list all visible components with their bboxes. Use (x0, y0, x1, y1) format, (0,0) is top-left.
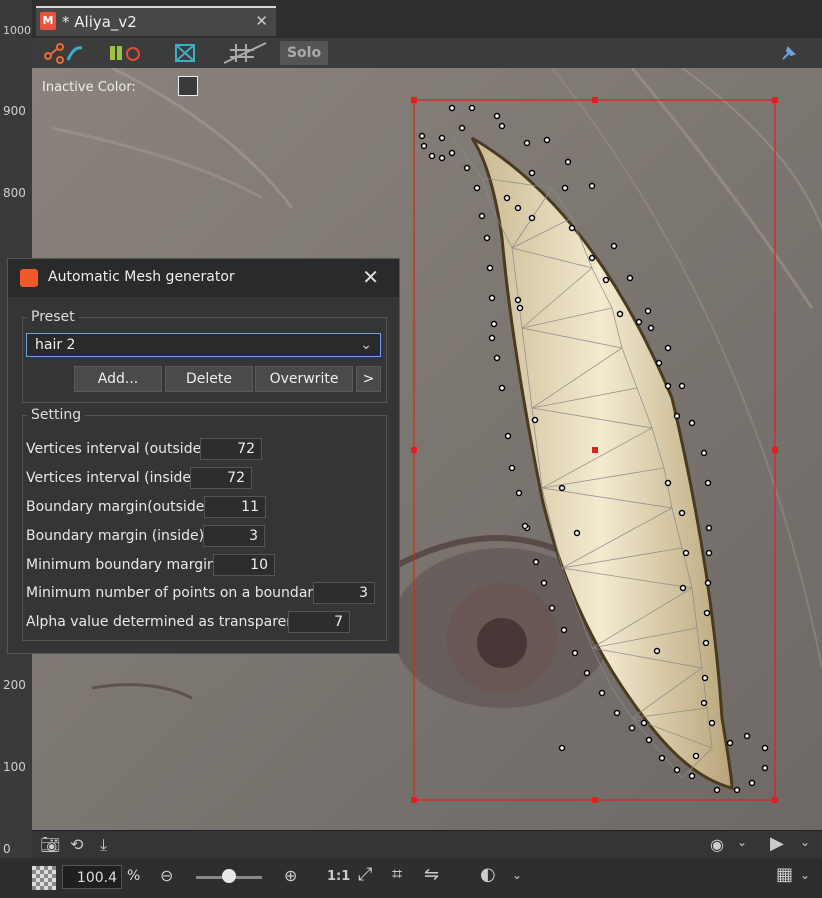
play-icon[interactable]: ▶ (770, 833, 784, 854)
fit-to-window-icon[interactable]: ⤢ (358, 864, 372, 885)
chevron-down-icon[interactable]: ⌄ (800, 868, 810, 882)
dialog-title: Automatic Mesh generator (48, 269, 235, 285)
flip-horizontal-icon[interactable]: ⇋ (424, 864, 439, 885)
camera-reset-icon[interactable]: ⟲ (70, 835, 83, 854)
camera-icon[interactable]: 📷︎ (40, 835, 60, 854)
canvas-bottom-toolbar: 📷︎ ⟲ ⤓ ◉ ⌄ ▶ ⌄ (32, 830, 822, 859)
ruler-label-100: 100 (3, 760, 26, 774)
camera-download-icon[interactable]: ⤓ (100, 835, 107, 855)
glue-icon (110, 46, 140, 61)
layout-icon[interactable]: ▦ (776, 864, 793, 885)
deform-path-button[interactable] (40, 40, 86, 66)
inactive-color-swatch[interactable] (178, 76, 198, 96)
tab-close-icon[interactable]: ✕ (255, 12, 268, 30)
solo-button[interactable]: Solo (280, 41, 328, 65)
ruler-label-800: 800 (3, 186, 26, 200)
deform-path-icon (44, 43, 83, 64)
view-status-bar: 100.4 % ⊖ ⊕ 1:1 ⤢ ⌗ ⇋ ◐ ⌄ ▦ ⌄ (0, 858, 822, 898)
preset-legend: Preset (31, 309, 75, 325)
pin-icon (782, 46, 796, 60)
cubism-file-icon: M (40, 12, 56, 30)
chevron-down-icon[interactable]: ⌄ (512, 868, 522, 882)
zoom-input[interactable]: 100.4 (62, 865, 122, 889)
more-button[interactable]: > (356, 366, 381, 392)
setting-label-boundary-inside: Boundary margin (inside) (26, 528, 205, 544)
vertices-outside-input[interactable]: 72 (200, 438, 262, 460)
add-preset-button[interactable]: Add... (74, 366, 162, 392)
record-icon[interactable]: ◉ (710, 835, 724, 854)
actual-size-button[interactable]: 1:1 (327, 869, 350, 884)
overwrite-preset-button[interactable]: Overwrite (255, 366, 353, 392)
grid-off-icon (223, 42, 267, 64)
dialog-close-icon[interactable]: ✕ (362, 265, 379, 289)
setting-label-min-points: Minimum number of points on a boundary (26, 585, 322, 601)
center-view-icon[interactable]: ⌗ (392, 864, 402, 885)
transparency-checker-icon[interactable] (32, 866, 56, 890)
min-boundary-margin-input[interactable]: 10 (213, 554, 275, 576)
boundary-outside-input[interactable]: 11 (204, 496, 266, 518)
setting-label-boundary-outside: Boundary margin(outside) (26, 499, 210, 515)
ruler-label-1000: 1000 (3, 24, 31, 37)
chevron-down-icon[interactable]: ⌄ (737, 835, 747, 849)
mesh-edit-button[interactable] (170, 40, 200, 66)
view-toolbar: Solo (32, 38, 822, 69)
dialog-title-bar[interactable]: Automatic Mesh generator ✕ (8, 259, 399, 297)
automatic-mesh-generator-dialog: Automatic Mesh generator ✕ Preset hair 2… (7, 258, 400, 654)
document-tab-bar: M * Aliya_v2 ✕ (32, 0, 822, 38)
zoom-in-icon[interactable]: ⊕ (284, 866, 297, 885)
setting-label-min-boundary-margin: Minimum boundary margin (26, 557, 216, 573)
vertices-inside-input[interactable]: 72 (190, 467, 252, 489)
chevron-down-icon[interactable]: ⌄ (800, 835, 810, 849)
zoom-slider-thumb[interactable] (222, 869, 236, 883)
setting-legend: Setting (31, 407, 82, 423)
ruler-label-0: 0 (3, 842, 11, 856)
tab-title: * Aliya_v2 (62, 13, 137, 31)
boundary-inside-input[interactable]: 3 (203, 525, 265, 547)
pin-button[interactable] (777, 40, 801, 66)
delete-preset-button[interactable]: Delete (165, 366, 253, 392)
setting-label-vertices-inside: Vertices interval (inside) (26, 470, 197, 486)
document-tab[interactable]: M * Aliya_v2 ✕ (36, 6, 276, 36)
min-points-input[interactable]: 3 (313, 582, 375, 604)
chevron-down-icon: ⌄ (360, 337, 372, 353)
preset-value: hair 2 (35, 337, 76, 353)
inactive-color-label: Inactive Color: (42, 80, 136, 95)
setting-label-vertices-outside: Vertices interval (outside) (26, 441, 207, 457)
zoom-unit: % (127, 868, 141, 884)
alpha-input[interactable]: 7 (288, 611, 350, 633)
glue-button[interactable] (104, 40, 144, 66)
preset-select[interactable]: hair 2 ⌄ (26, 333, 381, 357)
cubism-logo-icon (20, 269, 38, 287)
ruler-label-900: 900 (3, 104, 26, 118)
grid-toggle-button[interactable] (220, 40, 270, 66)
mesh-icon (175, 44, 195, 62)
zoom-out-icon[interactable]: ⊖ (160, 866, 173, 885)
setting-label-alpha: Alpha value determined as transparent (26, 614, 301, 630)
toggle-switch-icon[interactable]: ◐ (480, 864, 496, 885)
ruler-label-200: 200 (3, 678, 26, 692)
